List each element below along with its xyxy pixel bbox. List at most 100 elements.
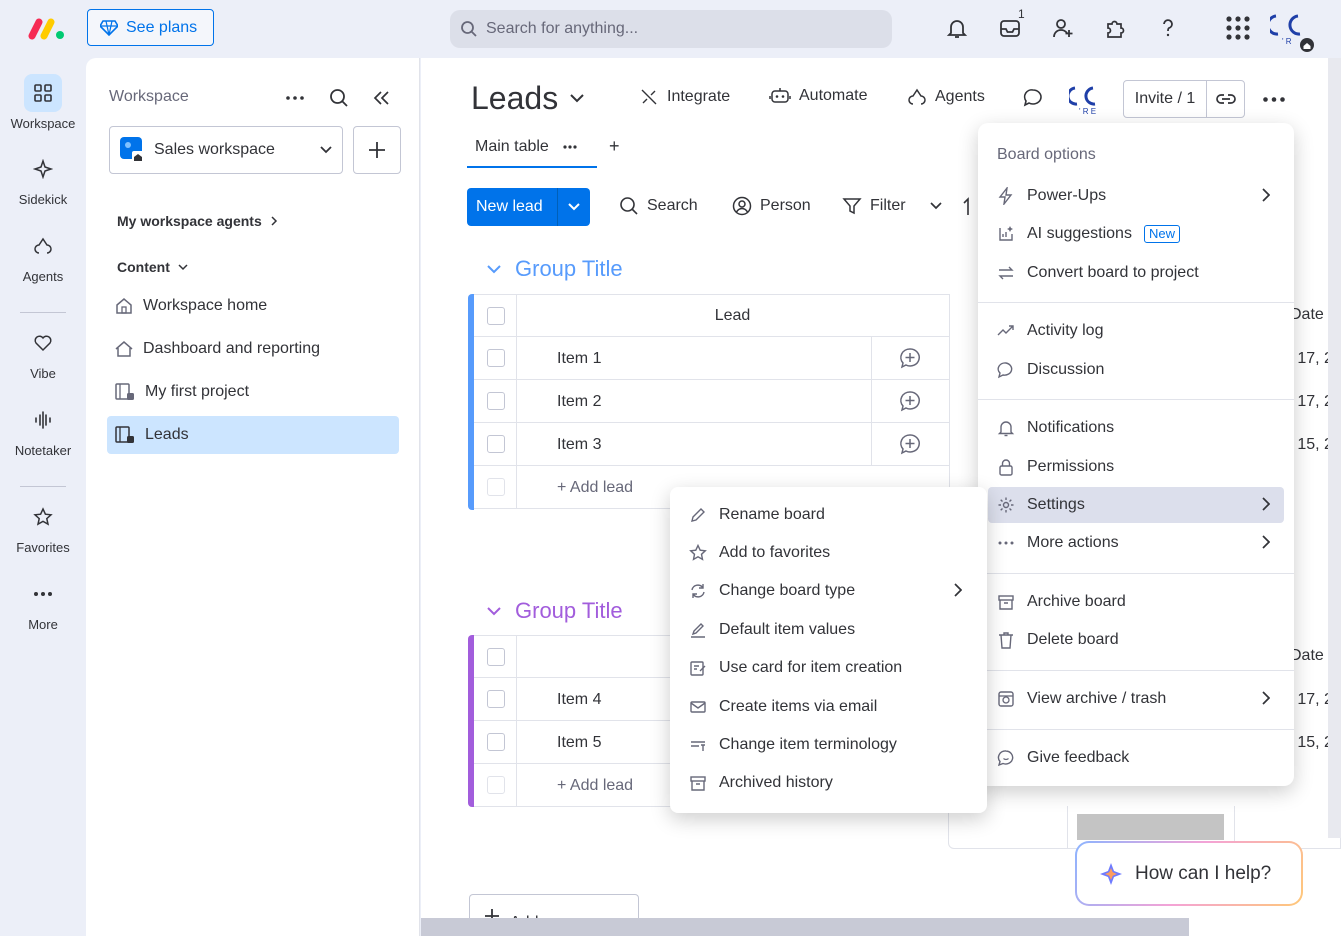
menu-item-ai-suggestions[interactable]: AI suggestions New [988,216,1284,252]
row-checkbox[interactable] [487,435,505,453]
submenu-item-change-item-terminology[interactable]: Change item terminology [680,727,976,763]
menu-item-more-actions[interactable]: More actions [988,525,1284,561]
tab-more-icon[interactable] [563,145,577,149]
copy-link-icon[interactable] [1206,81,1244,117]
add-update-icon[interactable] [899,390,921,412]
workspace-more-icon[interactable] [284,88,306,108]
select-all-checkbox[interactable] [487,648,505,666]
agents-button[interactable]: Agents [907,87,985,107]
row-checkbox[interactable] [487,392,505,410]
bell-icon[interactable] [943,14,971,42]
content-section[interactable]: Content [117,259,188,275]
rail-item-sidekick[interactable]: Sidekick [0,150,86,207]
board-updates-icon[interactable] [1021,86,1045,110]
rail-item-more[interactable]: More [0,575,86,632]
rail-item-vibe[interactable]: Vibe [0,324,86,381]
chevron-down-icon[interactable] [929,202,942,210]
add-update-icon[interactable] [899,433,921,455]
item-name[interactable]: Item 5 [557,734,601,752]
chevron-down-icon[interactable] [557,188,590,226]
submenu-item-change-board-type[interactable]: Change board type [680,573,976,609]
assistant-chat-button[interactable]: How can I help? [1075,841,1303,906]
column-header-lead[interactable]: Lead [516,307,949,325]
new-lead-button[interactable]: New lead [467,188,590,226]
board-title[interactable]: Leads [471,80,584,117]
board-options-icon[interactable] [1261,88,1287,110]
workspace-item-leads[interactable]: Leads [107,416,399,454]
search-tool[interactable]: Search [619,196,698,216]
submenu-item-create-items-via-email[interactable]: Create items via email [680,689,976,725]
workspace-item-home[interactable]: Workspace home [107,287,399,325]
add-lead-input[interactable]: + Add lead [557,777,633,795]
person-filter-tool[interactable]: Person [732,196,811,216]
workspace-item-dashboard[interactable]: Dashboard and reporting [107,330,399,368]
menu-item-activity-log[interactable]: Activity log [988,313,1284,349]
integrate-button[interactable]: Integrate [639,87,730,107]
workspace-selector[interactable]: Sales workspace [109,126,343,174]
table-row[interactable]: Item 3 [474,423,949,466]
submenu-item-archived-history[interactable]: Archived history [680,765,976,801]
workspace-agents-section[interactable]: My workspace agents [117,213,278,229]
rail-item-favorites[interactable]: Favorites [0,498,86,555]
horizontal-scrollbar[interactable] [421,918,1189,936]
column-header-date[interactable]: Date [1290,647,1324,665]
table-row[interactable]: Item 4 [474,678,674,721]
menu-item-archive-board[interactable]: Archive board [988,584,1284,620]
group-title[interactable]: Group Title [487,256,623,282]
workspace-search-icon[interactable] [328,87,350,109]
user-avatar[interactable]: ' R [1270,14,1316,52]
row-checkbox[interactable] [487,733,505,751]
menu-item-give-feedback[interactable]: Give feedback [988,740,1284,776]
item-name[interactable]: Item 4 [557,691,601,709]
monday-logo-icon[interactable] [28,16,66,40]
filter-tool[interactable]: Filter [842,196,942,216]
collapse-panel-icon[interactable] [370,87,392,109]
submenu-item-add-to-favorites[interactable]: Add to favorites [680,535,976,571]
vertical-scrollbar[interactable] [1328,58,1341,838]
see-plans-button[interactable]: See plans [87,9,214,46]
add-workspace-item-button[interactable] [353,126,401,174]
row-checkbox[interactable] [487,690,505,708]
menu-item-convert-board[interactable]: Convert board to project [988,255,1284,291]
item-name[interactable]: Item 3 [557,436,601,454]
item-name[interactable]: Item 1 [557,350,601,368]
add-lead-input[interactable]: + Add lead [557,479,633,497]
table-row[interactable]: Item 1 [474,337,949,380]
app-switcher-grid-icon[interactable] [1224,14,1252,42]
workspace-item-my-first-project[interactable]: My first project [107,373,399,411]
menu-item-discussion[interactable]: Discussion [988,352,1284,388]
row-checkbox[interactable] [487,349,505,367]
global-search-input[interactable]: Search for anything... [450,10,892,48]
select-all-checkbox[interactable] [487,307,505,325]
menu-item-view-archive-trash[interactable]: View archive / trash [988,681,1284,717]
rail-item-notetaker[interactable]: Notetaker [0,401,86,458]
add-view-button[interactable]: + [609,136,620,157]
column-header-date[interactable]: Date [1290,306,1324,324]
automate-button[interactable]: Automate [769,87,867,105]
menu-item-notifications[interactable]: Notifications [988,410,1284,446]
menu-item-permissions[interactable]: Permissions [988,449,1284,485]
help-icon[interactable] [1154,14,1182,42]
menu-item-power-ups[interactable]: Power-Ups [988,178,1284,214]
submenu-item-default-item-values[interactable]: Default item values [680,612,976,648]
add-update-icon[interactable] [899,347,921,369]
menu-item-settings[interactable]: Settings [988,487,1284,523]
chevron-down-icon[interactable] [487,264,501,274]
submenu-item-rename-board[interactable]: Rename board [680,497,976,533]
chevron-down-icon[interactable] [487,606,501,616]
menu-item-delete-board[interactable]: Delete board [988,622,1284,658]
submenu-item-use-card-for-item-creation[interactable]: Use card for item creation [680,650,976,686]
add-item-row[interactable]: + Add lead [474,466,674,509]
rail-item-workspace[interactable]: Workspace [0,74,86,131]
table-row[interactable]: Item 5 [474,721,674,764]
tab-main-table[interactable]: Main table [467,128,597,168]
invite-members-icon[interactable] [1049,14,1077,42]
board-members-avatar[interactable]: ' R E [1069,86,1105,116]
add-item-row[interactable]: + Add lead [474,764,674,807]
apps-puzzle-icon[interactable] [1101,14,1129,42]
invite-button[interactable]: Invite / 1 [1123,80,1245,118]
rail-item-agents[interactable]: Agents [0,227,86,284]
table-row[interactable]: Item 2 [474,380,949,423]
item-name[interactable]: Item 2 [557,393,601,411]
group-title[interactable]: Group Title [487,598,623,624]
